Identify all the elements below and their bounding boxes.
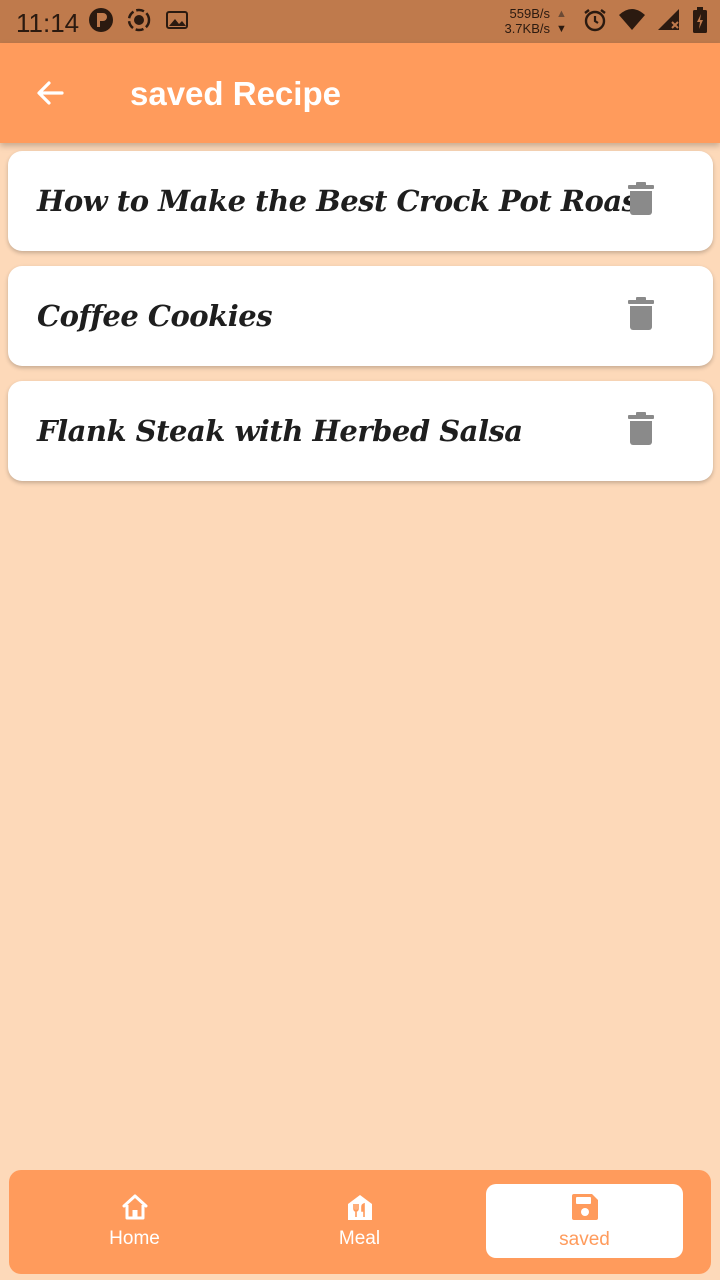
- nav-item-home[interactable]: Home: [36, 1184, 233, 1258]
- download-speed: 3.7KB/s: [504, 21, 550, 36]
- nav-item-meal[interactable]: Meal: [261, 1184, 458, 1258]
- alarm-icon: [582, 7, 608, 38]
- trash-icon: [627, 411, 655, 451]
- bottom-nav: Home Meal saved: [9, 1170, 711, 1274]
- wifi-icon: [618, 7, 646, 38]
- signal-icon: [656, 7, 682, 38]
- recipe-card[interactable]: Coffee Cookies: [8, 266, 713, 366]
- page-title: saved Recipe: [130, 75, 341, 112]
- image-icon: [164, 7, 190, 38]
- arrow-left-icon: [34, 77, 66, 114]
- recipe-card[interactable]: How to Make the Best Crock Pot Roast: [8, 151, 713, 251]
- p-icon: [88, 7, 114, 38]
- status-left-icons: [88, 7, 190, 38]
- app-bar: saved Recipe: [0, 43, 720, 143]
- trash-icon: [627, 181, 655, 221]
- status-bar: 11:14 559B/s 3.7KB/s ▲ ▼: [0, 0, 720, 43]
- nav-item-saved[interactable]: saved: [486, 1184, 683, 1258]
- home-icon: [120, 1193, 150, 1226]
- recipe-card[interactable]: Flank Steak with Herbed Salsa: [8, 381, 713, 481]
- recipe-title: Flank Steak with Herbed Salsa: [37, 414, 523, 448]
- delete-button[interactable]: [621, 181, 661, 221]
- upload-arrow-icon: ▲: [556, 8, 567, 20]
- target-icon: [126, 7, 152, 38]
- nav-label-home: Home: [109, 1227, 160, 1249]
- status-right-icons: [582, 6, 708, 39]
- nav-label-meal: Meal: [338, 1227, 381, 1249]
- back-button[interactable]: [24, 69, 76, 121]
- battery-icon: [692, 6, 708, 39]
- upload-speed: 559B/s: [509, 6, 550, 21]
- saved-recipe-list: How to Make the Best Crock Pot Roast Cof…: [8, 151, 713, 496]
- status-time: 11:14: [16, 8, 80, 38]
- download-arrow-icon: ▼: [556, 23, 567, 35]
- recipe-title: How to Make the Best Crock Pot Roast: [37, 184, 651, 218]
- speed-arrows: ▲ ▼: [556, 7, 567, 37]
- delete-button[interactable]: [621, 296, 661, 336]
- delete-button[interactable]: [621, 411, 661, 451]
- trash-icon: [627, 296, 655, 336]
- meal-icon: [345, 1193, 375, 1226]
- network-speed: 559B/s 3.7KB/s: [504, 6, 550, 36]
- nav-label-saved: saved: [559, 1228, 610, 1250]
- recipe-title: Coffee Cookies: [37, 299, 273, 333]
- save-icon: [570, 1192, 600, 1227]
